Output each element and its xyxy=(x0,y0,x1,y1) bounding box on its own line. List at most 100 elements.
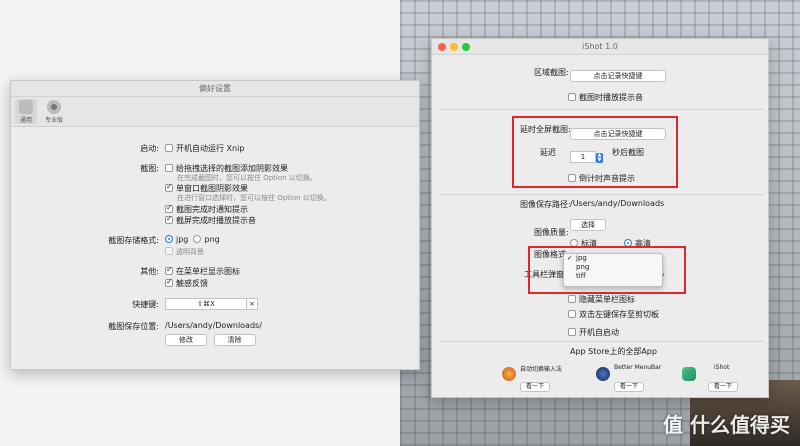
preferences-title: 偏好设置 xyxy=(199,84,231,93)
preferences-window: 偏好设置 通用 专业版 启动: 开机自动运行 Xnip 截图: 给拖拽选择的截图… xyxy=(10,80,420,370)
autostart-checkbox[interactable]: 开机自启动 xyxy=(568,327,619,338)
startup-label: 启动: xyxy=(140,144,159,153)
tab-pro[interactable]: 专业版 xyxy=(41,99,67,124)
notify-label: 截图完成时通知提示 xyxy=(176,205,248,214)
input-switch-app-icon xyxy=(502,367,516,381)
checkbox-icon xyxy=(568,295,576,303)
zoom-icon[interactable] xyxy=(462,43,470,51)
dblclick-label: 双击左键保存至剪切板 xyxy=(579,310,659,319)
format-options: jpg png xyxy=(165,235,220,244)
region-shortcut-row: 点击记录快捷键 xyxy=(570,70,666,82)
other-label: 其他: xyxy=(140,267,159,276)
window-shadow-hint: 在进行窗口选择时，您可以按住 Option 以切换。 xyxy=(177,194,331,202)
transparent-checkbox[interactable]: 透明背景 xyxy=(165,247,204,257)
tab-general-label: 通用 xyxy=(19,117,32,124)
save-path-label: 图像保存路径: xyxy=(520,200,571,209)
checkbox-icon xyxy=(165,164,173,172)
tab-pro-label: 专业版 xyxy=(44,117,63,124)
general-icon xyxy=(19,100,33,114)
checkbox-icon xyxy=(165,144,173,152)
startup-checkbox[interactable]: 开机自动运行 Xnip xyxy=(165,143,244,154)
drag-shadow-label: 给拖拽选择的截图添加阴影效果 xyxy=(176,164,288,173)
shortcut-label: 快捷键: xyxy=(132,300,159,309)
app-button-2-row: 看一下 xyxy=(614,381,644,392)
view-app-1-button[interactable]: 看一下 xyxy=(520,382,550,392)
window-controls xyxy=(438,43,470,51)
watermark: 值 什么值得买 xyxy=(663,413,790,437)
checkbox-icon xyxy=(568,328,576,336)
format-jpg-radio[interactable]: jpg xyxy=(165,235,188,244)
better-menubar-app-icon xyxy=(596,367,610,381)
preferences-toolbar: 通用 专业版 xyxy=(11,97,419,127)
ishot-title: iShot 1.0 xyxy=(582,42,618,51)
png-label: png xyxy=(204,235,220,244)
region-sound-label: 截图时播放提示音 xyxy=(579,93,643,102)
window-shadow-label: 单窗口截图阴影效果 xyxy=(176,184,248,193)
view-app-2-button[interactable]: 看一下 xyxy=(614,382,644,392)
ishot-app-icon xyxy=(682,367,696,381)
ishot-titlebar: iShot 1.0 xyxy=(432,39,768,55)
checkbox-icon xyxy=(568,310,576,318)
choose-row: 选择 xyxy=(570,219,606,231)
checkbox-disabled-icon xyxy=(165,247,173,255)
appstore-title: App Store上的全部App xyxy=(570,347,657,356)
choose-button[interactable]: 选择 xyxy=(570,219,606,231)
hide-menubar-checkbox[interactable]: 隐藏菜单栏图标 xyxy=(568,294,635,305)
ishot-window: iShot 1.0 区域截图: 点击记录快捷键 截图时播放提示音 延时全屏截图:… xyxy=(431,38,769,398)
shortcut-field[interactable]: ⇧⌘X xyxy=(165,298,247,310)
modify-button[interactable]: 修改 xyxy=(165,334,207,346)
checkbox-checked-icon xyxy=(165,203,173,213)
sound-checkbox[interactable]: 截屏完成时播放提示音 xyxy=(165,214,256,226)
format-label: 截图存储格式: xyxy=(108,236,159,245)
checkbox-checked-icon xyxy=(165,182,173,192)
haptic-checkbox[interactable]: 触感反馈 xyxy=(165,277,208,289)
menubar-label: 在菜单栏显示图标 xyxy=(176,267,240,276)
close-icon[interactable] xyxy=(438,43,446,51)
radio-icon xyxy=(193,235,202,243)
delay-highlight-box xyxy=(512,116,678,188)
app-name-2: Better MenuBar xyxy=(614,364,662,371)
save-label: 截图保存位置: xyxy=(108,322,159,331)
radio-selected-icon xyxy=(165,235,173,243)
view-app-3-button[interactable]: 看一下 xyxy=(708,382,738,392)
save-path-value: /Users/andy/Downloads xyxy=(570,199,665,208)
app-button-3-row: 看一下 xyxy=(708,381,738,392)
checkbox-icon xyxy=(568,93,576,101)
preferences-titlebar: 偏好设置 xyxy=(11,81,419,97)
autostart-label: 开机自启动 xyxy=(579,328,619,337)
menubar-checkbox[interactable]: 在菜单栏显示图标 xyxy=(165,265,240,277)
tab-general[interactable]: 通用 xyxy=(15,99,37,124)
transparent-label: 透明背景 xyxy=(176,248,204,256)
separator xyxy=(438,194,764,195)
shortcut-clear-button[interactable]: × xyxy=(246,298,258,310)
quality-label: 图像质量: xyxy=(534,228,569,237)
save-path: /Users/andy/Downloads/ xyxy=(165,321,262,330)
app-name-3: iShot xyxy=(714,364,730,371)
hide-menubar-label: 隐藏菜单栏图标 xyxy=(579,295,635,304)
jpg-label: jpg xyxy=(176,235,189,244)
format-highlight-box xyxy=(528,246,686,294)
sound-label: 截屏完成时播放提示音 xyxy=(176,216,256,225)
checkbox-checked-icon xyxy=(165,214,173,224)
shortcut-control: ⇧⌘X × xyxy=(165,298,258,310)
capture-label: 截图: xyxy=(140,164,159,173)
separator xyxy=(438,109,764,110)
region-sound-checkbox[interactable]: 截图时播放提示音 xyxy=(568,92,643,103)
region-label: 区域截图: xyxy=(534,68,569,77)
clear-button[interactable]: 清除 xyxy=(213,334,256,346)
checkbox-checked-icon xyxy=(165,265,173,275)
startup-option-label: 开机自动运行 Xnip xyxy=(176,144,245,153)
separator xyxy=(438,341,764,342)
minimize-icon[interactable] xyxy=(450,43,458,51)
tools-icon xyxy=(47,100,61,114)
app-name-1: 自动切换输入法 xyxy=(520,366,563,373)
save-buttons: 修改 清除 xyxy=(165,334,256,346)
notify-checkbox[interactable]: 截图完成时通知提示 xyxy=(165,203,248,215)
drag-shadow-hint: 在完成截图时，您可以按住 Option 以切换。 xyxy=(177,174,317,182)
region-shortcut-button[interactable]: 点击记录快捷键 xyxy=(570,70,666,82)
format-png-radio[interactable]: png xyxy=(193,235,220,244)
checkbox-checked-icon xyxy=(165,277,173,287)
haptic-label: 触感反馈 xyxy=(176,279,208,288)
app-button-1-row: 看一下 xyxy=(520,381,550,392)
dblclick-checkbox[interactable]: 双击左键保存至剪切板 xyxy=(568,309,659,320)
